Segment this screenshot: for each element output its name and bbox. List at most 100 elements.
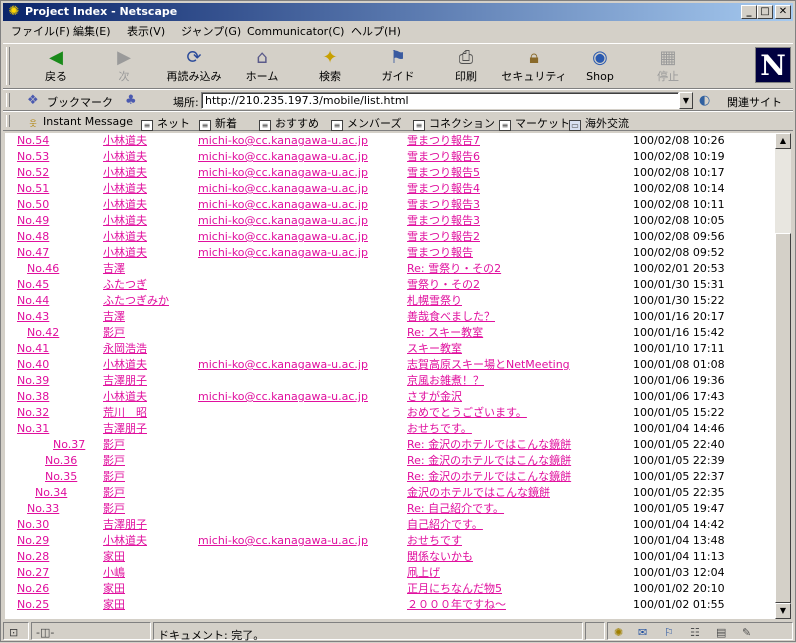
toolbar-grip[interactable] bbox=[6, 47, 10, 85]
minimize-button[interactable]: _ bbox=[741, 5, 757, 19]
url-input[interactable] bbox=[201, 92, 679, 109]
author-email-link[interactable]: michi-ko@cc.kanagawa-u.ac.jp bbox=[198, 182, 368, 196]
author-email-link[interactable]: michi-ko@cc.kanagawa-u.ac.jp bbox=[198, 230, 368, 244]
author-name-link[interactable]: 吉澤朋子 bbox=[103, 518, 147, 532]
post-subject-link[interactable]: 雪まつり報告5 bbox=[407, 166, 480, 180]
post-number-link[interactable]: No.49 bbox=[17, 214, 49, 228]
post-subject-link[interactable]: さすが金沢 bbox=[407, 390, 462, 404]
post-number-link[interactable]: No.33 bbox=[27, 502, 59, 516]
guide-button[interactable]: ⚑ ガイド bbox=[363, 46, 433, 86]
author-email-link[interactable]: michi-ko@cc.kanagawa-u.ac.jp bbox=[198, 534, 368, 548]
author-email-link[interactable]: michi-ko@cc.kanagawa-u.ac.jp bbox=[198, 214, 368, 228]
post-number-link[interactable]: No.29 bbox=[17, 534, 49, 548]
post-number-link[interactable]: No.46 bbox=[27, 262, 59, 276]
reload-button[interactable]: ⟳ 再読み込み bbox=[159, 46, 229, 86]
post-number-link[interactable]: No.27 bbox=[17, 566, 49, 580]
close-button[interactable]: ✕ bbox=[775, 5, 791, 19]
menu-go[interactable]: ジャンプ(G) bbox=[181, 25, 241, 39]
page-proxy-icon[interactable]: ♣ bbox=[125, 93, 137, 108]
back-button[interactable]: ◀ 戻る bbox=[21, 46, 91, 86]
post-number-link[interactable]: No.51 bbox=[17, 182, 49, 196]
bookmark-icon[interactable]: ❖ bbox=[27, 93, 39, 108]
url-dropdown-button[interactable]: ▼ bbox=[679, 92, 693, 109]
connection-link[interactable]: ≡ コネクション bbox=[413, 115, 495, 131]
author-name-link[interactable]: 吉澤朋子 bbox=[103, 374, 147, 388]
post-number-link[interactable]: No.48 bbox=[17, 230, 49, 244]
author-name-link[interactable]: 影戸 bbox=[103, 470, 125, 484]
print-button[interactable]: ⎙ 印刷 bbox=[431, 46, 501, 86]
author-name-link[interactable]: 小林道夫 bbox=[103, 166, 147, 180]
post-number-link[interactable]: No.44 bbox=[17, 294, 49, 308]
author-name-link[interactable]: 小林道夫 bbox=[103, 534, 147, 548]
mail-icon[interactable]: ✉ bbox=[638, 626, 647, 639]
security-button[interactable]: 🔒︎ セキュリティ bbox=[499, 46, 569, 86]
post-subject-link[interactable]: 雪まつり報告3 bbox=[407, 214, 480, 228]
post-number-link[interactable]: No.45 bbox=[17, 278, 49, 292]
post-subject-link[interactable]: 関係ないかも bbox=[407, 550, 473, 564]
author-email-link[interactable]: michi-ko@cc.kanagawa-u.ac.jp bbox=[198, 198, 368, 212]
related-sites-button[interactable]: 関連サイト bbox=[727, 94, 782, 110]
scroll-thumb[interactable] bbox=[775, 233, 791, 603]
post-subject-link[interactable]: 金沢のホテルではこんな鏡餅 bbox=[407, 486, 550, 500]
location-grip[interactable] bbox=[6, 93, 10, 107]
search-button[interactable]: ✦ 検索 bbox=[295, 46, 365, 86]
market-link[interactable]: ≡ マーケット bbox=[499, 115, 570, 131]
bookmarks-button[interactable]: ブックマーク bbox=[47, 94, 113, 110]
post-subject-link[interactable]: ２０００年ですね～ bbox=[407, 598, 506, 612]
stop-button[interactable]: ▦ 停止 bbox=[633, 46, 703, 86]
netscape-app-icon[interactable]: ✺ bbox=[6, 4, 22, 20]
shop-button[interactable]: ◉ Shop bbox=[565, 46, 635, 86]
author-name-link[interactable]: 永岡浩浩 bbox=[103, 342, 147, 356]
post-number-link[interactable]: No.34 bbox=[35, 486, 67, 500]
menu-edit[interactable]: 編集(E) bbox=[73, 25, 111, 39]
post-subject-link[interactable]: スキー教室 bbox=[407, 342, 462, 356]
post-number-link[interactable]: No.37 bbox=[53, 438, 85, 452]
author-name-link[interactable]: 小林道夫 bbox=[103, 230, 147, 244]
author-name-link[interactable]: 小林道夫 bbox=[103, 246, 147, 260]
post-number-link[interactable]: No.38 bbox=[17, 390, 49, 404]
address-book-icon[interactable]: ☷ bbox=[690, 626, 700, 639]
post-number-link[interactable]: No.50 bbox=[17, 198, 49, 212]
scroll-down-button[interactable]: ▼ bbox=[775, 603, 791, 619]
post-number-link[interactable]: No.35 bbox=[45, 470, 77, 484]
related-sites-icon[interactable]: ◐ bbox=[699, 93, 710, 108]
composer-icon[interactable]: ▤ bbox=[716, 626, 726, 639]
post-number-link[interactable]: No.31 bbox=[17, 422, 49, 436]
recommend-link[interactable]: ≡ おすすめ bbox=[259, 115, 319, 131]
author-name-link[interactable]: 影戸 bbox=[103, 502, 125, 516]
home-button[interactable]: ⌂ ホーム bbox=[227, 46, 297, 86]
post-number-link[interactable]: No.53 bbox=[17, 150, 49, 164]
post-subject-link[interactable]: 雪祭り・その2 bbox=[407, 278, 480, 292]
netscape-logo[interactable]: N bbox=[755, 47, 791, 83]
post-subject-link[interactable]: おせちです。 bbox=[407, 422, 472, 436]
post-subject-link[interactable]: 雪まつり報告3 bbox=[407, 198, 480, 212]
author-name-link[interactable]: 小林道夫 bbox=[103, 182, 147, 196]
author-name-link[interactable]: 小林道夫 bbox=[103, 358, 147, 372]
post-subject-link[interactable]: 凧上げ bbox=[407, 566, 440, 580]
author-name-link[interactable]: 家田 bbox=[103, 582, 125, 596]
author-name-link[interactable]: 吉澤 bbox=[103, 310, 125, 324]
post-number-link[interactable]: No.26 bbox=[17, 582, 49, 596]
author-name-link[interactable]: 影戸 bbox=[103, 454, 125, 468]
post-number-link[interactable]: No.52 bbox=[17, 166, 49, 180]
discussion-icon[interactable]: ⚐ bbox=[664, 626, 674, 639]
navigator-icon[interactable]: ✺ bbox=[614, 626, 623, 639]
post-number-link[interactable]: No.43 bbox=[17, 310, 49, 324]
post-subject-link[interactable]: 雪まつり報告4 bbox=[407, 182, 480, 196]
post-number-link[interactable]: No.41 bbox=[17, 342, 49, 356]
post-subject-link[interactable]: おせちです bbox=[407, 534, 462, 548]
author-name-link[interactable]: 小嶋 bbox=[103, 566, 125, 580]
author-name-link[interactable]: 家田 bbox=[103, 550, 125, 564]
author-email-link[interactable]: michi-ko@cc.kanagawa-u.ac.jp bbox=[198, 358, 368, 372]
post-subject-link[interactable]: 善哉食べました？ bbox=[407, 310, 495, 324]
post-subject-link[interactable]: 京風お雑煮！？ bbox=[407, 374, 484, 388]
post-subject-link[interactable]: Re: 雪祭り・その2 bbox=[407, 262, 501, 276]
author-email-link[interactable]: michi-ko@cc.kanagawa-u.ac.jp bbox=[198, 166, 368, 180]
vertical-scrollbar[interactable]: ▲ ▼ bbox=[775, 133, 791, 619]
post-subject-link[interactable]: Re: 金沢のホテルではこんな鏡餅 bbox=[407, 438, 571, 452]
author-name-link[interactable]: 小林道夫 bbox=[103, 390, 147, 404]
menu-communicator[interactable]: Communicator(C) bbox=[247, 25, 344, 39]
pen-icon[interactable]: ✎ bbox=[742, 626, 751, 639]
author-name-link[interactable]: 小林道夫 bbox=[103, 150, 147, 164]
post-subject-link[interactable]: 正月にちなんだ物5 bbox=[407, 582, 502, 596]
